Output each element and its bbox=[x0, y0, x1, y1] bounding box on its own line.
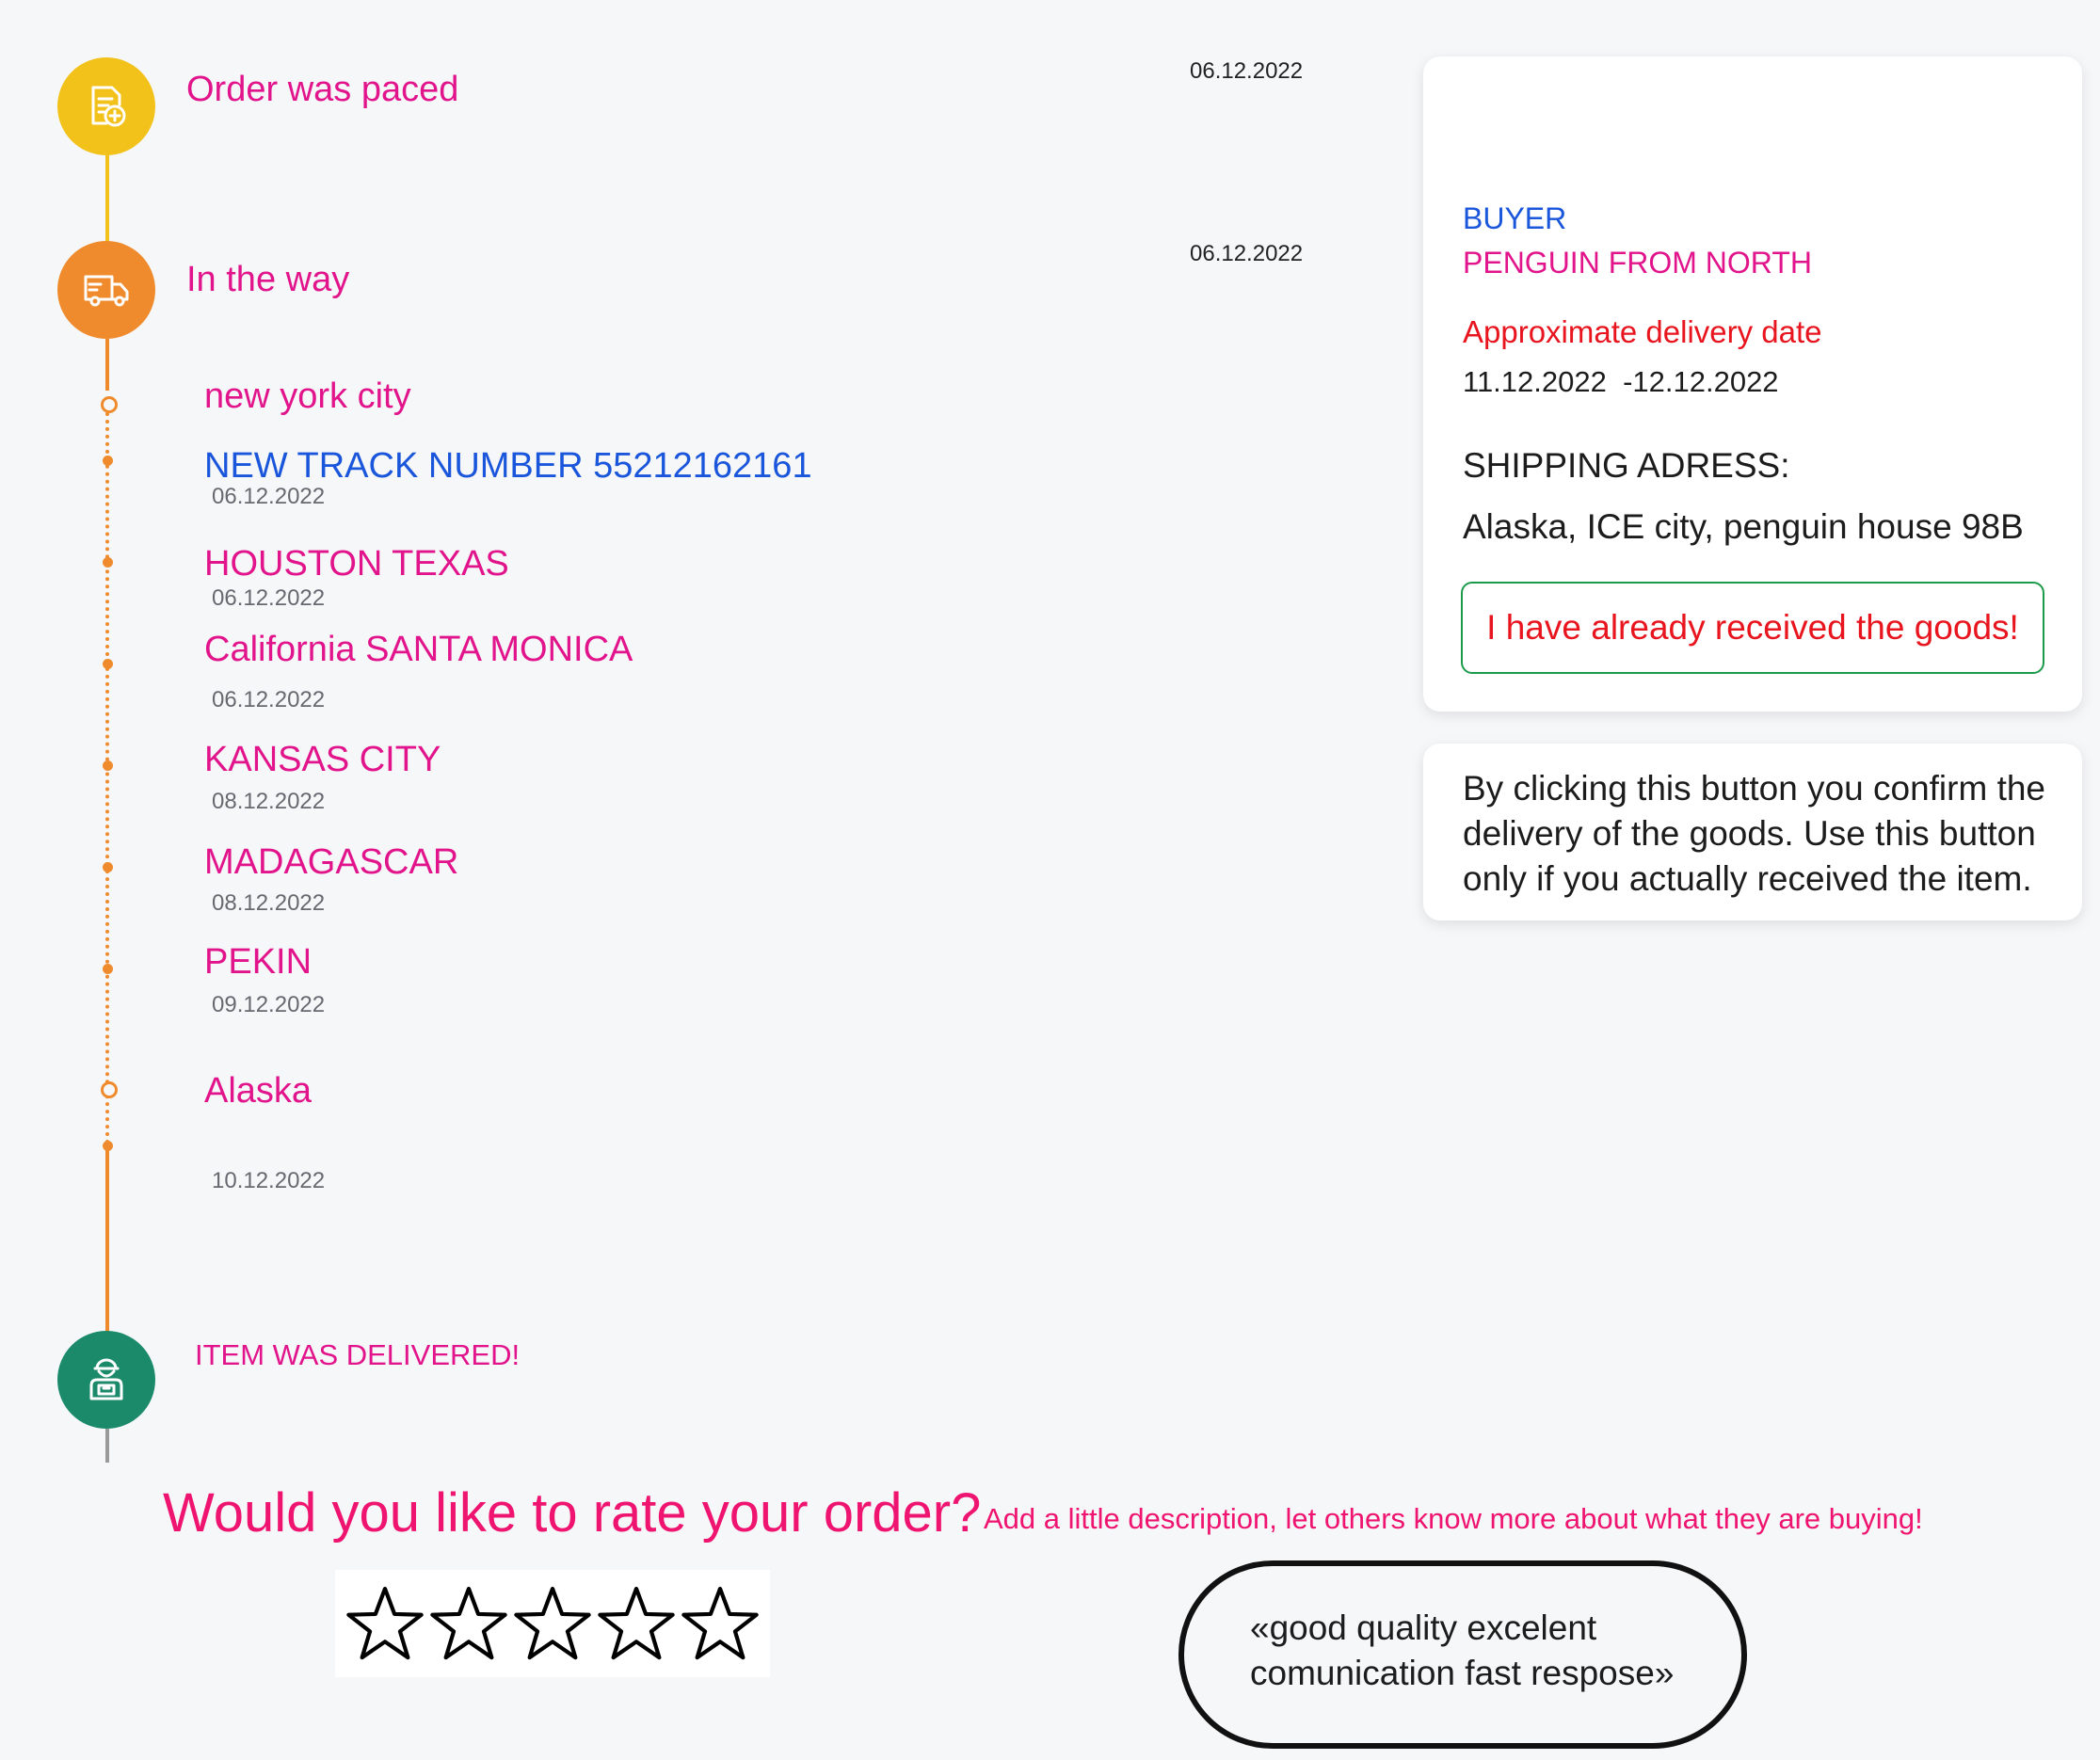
star-2-icon[interactable] bbox=[429, 1584, 508, 1663]
delivery-date-range: 11.12.2022 -12.12.2022 bbox=[1463, 365, 1779, 398]
stop-date: 08.12.2022 bbox=[212, 890, 326, 916]
star-3-icon[interactable] bbox=[513, 1584, 592, 1663]
stop-date: 09.12.2022 bbox=[212, 992, 326, 1017]
stop-name: MADAGASCAR bbox=[204, 842, 459, 882]
courier-package-icon bbox=[89, 1358, 123, 1400]
star-4-icon[interactable] bbox=[597, 1584, 676, 1663]
confirm-received-button[interactable]: I have already received the goods! bbox=[1461, 582, 2044, 674]
delivery-truck-icon bbox=[84, 275, 129, 307]
order-placed-date: 06.12.2022 bbox=[1190, 58, 1304, 84]
order-placed-circle bbox=[57, 57, 155, 155]
stop-name: NEW TRACK NUMBER 55212162161 bbox=[204, 446, 812, 486]
stop-node bbox=[103, 557, 113, 568]
stop-date: 06.12.2022 bbox=[212, 585, 326, 611]
timeline-line-placed bbox=[105, 154, 109, 245]
stop-date: 10.12.2022 bbox=[212, 1168, 326, 1193]
in-transit-title: In the way bbox=[186, 260, 350, 299]
stop-name: Alaska bbox=[204, 1071, 313, 1111]
timeline-line-transit bbox=[105, 339, 109, 391]
stop-name: California SANTA MONICA bbox=[204, 630, 633, 669]
shipping-address: Alaska, ICE city, penguin house 98B bbox=[1463, 507, 2024, 546]
timeline-line-stops bbox=[105, 405, 109, 1144]
stop-node bbox=[103, 760, 113, 771]
stop-node bbox=[103, 964, 113, 974]
order-placed-title: Order was paced bbox=[186, 70, 459, 109]
stop-node bbox=[101, 1081, 118, 1098]
confirm-info-card: By clicking this button you confirm the … bbox=[1423, 744, 2082, 920]
buyer-name: PENGUIN FROM NORTH bbox=[1463, 246, 1812, 280]
star-1-icon[interactable] bbox=[345, 1584, 425, 1663]
stop-name: PEKIN bbox=[204, 942, 313, 982]
stop-name: new york city bbox=[204, 376, 411, 416]
review-text-box[interactable]: «good quality excelent comunication fast… bbox=[1178, 1560, 1747, 1749]
delivered-circle bbox=[57, 1331, 155, 1429]
confirm-info-text: By clicking this button you confirm the … bbox=[1463, 769, 2046, 898]
stop-node bbox=[103, 659, 113, 669]
rating-question: Would you like to rate your order? bbox=[163, 1482, 982, 1544]
shipping-label: SHIPPING ADRESS: bbox=[1463, 446, 1790, 485]
order-document-add-icon bbox=[91, 86, 126, 127]
in-transit-circle bbox=[57, 241, 155, 339]
stop-node bbox=[101, 396, 118, 413]
stop-date: 06.12.2022 bbox=[212, 484, 326, 509]
star-5-icon[interactable] bbox=[681, 1584, 760, 1663]
timeline-line-tail bbox=[105, 1429, 109, 1463]
stop-node bbox=[103, 862, 113, 872]
stop-node bbox=[103, 456, 113, 466]
delivery-date-label: Approximate delivery date bbox=[1463, 314, 1822, 349]
in-transit-date: 06.12.2022 bbox=[1190, 241, 1304, 266]
stop-node bbox=[103, 1141, 113, 1151]
buyer-label: BUYER bbox=[1463, 201, 1567, 235]
star-rating bbox=[335, 1570, 770, 1677]
delivered-title: ITEM WAS DELIVERED! bbox=[195, 1338, 521, 1371]
review-text: «good quality excelent comunication fast… bbox=[1250, 1608, 1675, 1692]
stop-name: KANSAS CITY bbox=[204, 740, 441, 779]
timeline-line-final bbox=[105, 1144, 109, 1333]
order-details-card: BUYER PENGUIN FROM NORTH Approximate del… bbox=[1423, 56, 2082, 712]
stop-date: 06.12.2022 bbox=[212, 687, 326, 712]
stop-date: 08.12.2022 bbox=[212, 789, 326, 814]
rating-hint: Add a little description, let others kno… bbox=[984, 1502, 1923, 1535]
stop-name: HOUSTON TEXAS bbox=[204, 544, 509, 584]
